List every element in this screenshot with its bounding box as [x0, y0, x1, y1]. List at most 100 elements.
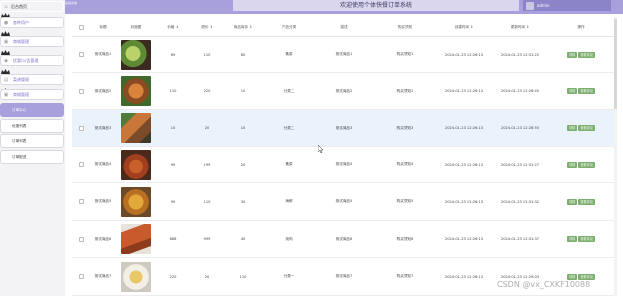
- cell-title: 测试商品4: [94, 162, 112, 166]
- cell-category: 烧肉: [285, 236, 293, 241]
- cell-original-price: 220: [203, 89, 211, 93]
- cell-stock: 10: [240, 89, 246, 93]
- cell-actions: 详情 查看评论: [548, 221, 614, 257]
- cell-title: 测试商品2: [94, 88, 112, 93]
- table-row[interactable]: 测试商品2 110 220 10 分类二 测试商品2 购买须知2 2024-01-23 12:…: [72, 73, 614, 110]
- cell-created: 2024-01-23 12:26:13: [444, 52, 484, 57]
- cell-notice: 购买须知4: [396, 162, 414, 166]
- cell-price: 69: [170, 52, 176, 57]
- detail-button[interactable]: 详情: [566, 88, 578, 94]
- detail-button[interactable]: 详情: [566, 161, 578, 168]
- sidebar-item-label: 商城管理: [13, 92, 29, 97]
- cell-select: [74, 37, 88, 72]
- home-icon: ⌂: [4, 4, 8, 10]
- cell-original-price: 110: [203, 199, 211, 204]
- vertical-scrollbar[interactable]: [614, 17, 617, 296]
- scrollbar-thumb[interactable]: [614, 19, 617, 109]
- detail-button[interactable]: 详情: [566, 236, 578, 242]
- user-menu[interactable]: admin: [523, 0, 611, 11]
- product-thumbnail: [121, 39, 151, 70]
- table-row[interactable]: 测试商品6 888 999 40 烧肉 测试商品6 购买须知6 2024-01-23 12:2…: [72, 221, 614, 258]
- detail-button[interactable]: 详情: [566, 51, 578, 58]
- view-reviews-button[interactable]: 查看评论: [578, 88, 596, 94]
- top-bar: 某某系统 欢迎使用个体快餐订单系统 admin: [0, 0, 623, 14]
- cell-created: 2024-01-23 12:26:13: [444, 274, 484, 279]
- sidebar-item-label: 商城管理: [13, 39, 29, 44]
- detail-button[interactable]: 详情: [566, 273, 578, 280]
- header-actions: 操作: [577, 25, 585, 29]
- cell-updated: 2024-01-23 12:31:27: [500, 162, 540, 167]
- cell-description: 测试商品3: [335, 125, 353, 130]
- product-thumbnail: [121, 149, 151, 180]
- product-thumbnail: [121, 186, 151, 217]
- cell-created: 2024-01-23 12:26:13: [444, 237, 484, 241]
- cell-category: 素菜: [285, 162, 293, 166]
- row-checkbox[interactable]: [78, 52, 84, 57]
- cell-category: 分类一: [283, 274, 295, 278]
- cell-notice: 购买须知6: [396, 236, 414, 241]
- cell-price: 99: [170, 162, 176, 167]
- sidebar-sub-item-coupon-list[interactable]: 优惠列表: [0, 119, 64, 133]
- table-row[interactable]: 测试商品3 10 20 10 分类二 测试商品3 购买须知3 2024-01-23 12:26…: [72, 110, 614, 147]
- row-checkbox[interactable]: [78, 162, 84, 167]
- cell-updated: 2024-01-23 12:28:55: [500, 126, 540, 130]
- cell-original-price: 20: [204, 274, 210, 279]
- view-reviews-button[interactable]: 查看评论: [578, 51, 596, 58]
- sidebar: ⌂ 后台首页 ● 各种用户 ▣ 商城管理 ◆ 优惠/公告管理 ▤ 菜谱管理 ▣ …: [0, 0, 65, 296]
- sidebar-sub-item-order-center[interactable]: 订单中心: [0, 103, 64, 117]
- row-checkbox[interactable]: [78, 88, 84, 94]
- view-reviews-button[interactable]: 查看评论: [578, 273, 596, 280]
- sidebar-sub-item-label: 订单中心: [12, 108, 27, 112]
- view-reviews-button[interactable]: 查看评论: [578, 198, 596, 205]
- sidebar-sub-item-delivery[interactable]: 订单配送: [0, 150, 64, 164]
- sidebar-sub-item-order-list[interactable]: 订单列表: [0, 134, 64, 148]
- header-price[interactable]: 价格 ↕: [154, 17, 192, 37]
- page-title: 欢迎使用个体快餐订单系统: [233, 0, 519, 11]
- header-original-price[interactable]: 原价 ↕: [192, 17, 222, 37]
- cell-select: [74, 183, 88, 220]
- header-select-all[interactable]: [74, 17, 88, 37]
- select-all-checkbox[interactable]: [78, 24, 84, 30]
- view-reviews-button[interactable]: 查看评论: [578, 161, 596, 168]
- product-thumbnail: [121, 113, 151, 143]
- row-checkbox[interactable]: [78, 274, 84, 279]
- product-thumbnail: [121, 224, 151, 254]
- sidebar-item-users[interactable]: ● 各种用户: [0, 17, 64, 28]
- table-row[interactable]: 测试商品7 220 20 110 分类一 测试商品7 购买须知7 2024-01-23 12:…: [72, 258, 614, 296]
- header-updated[interactable]: 更新时间 ↕: [492, 17, 548, 37]
- cell-stock: 10: [240, 126, 246, 130]
- mouse-cursor-icon: [318, 145, 324, 153]
- row-checkbox[interactable]: [78, 125, 84, 131]
- sidebar-item-home[interactable]: ⌂ 后台首页: [0, 1, 64, 12]
- row-checkbox[interactable]: [78, 236, 84, 242]
- detail-button[interactable]: 详情: [566, 198, 578, 205]
- sidebar-item-coupons[interactable]: ◆ 优惠/公告管理: [0, 55, 64, 66]
- sidebar-item-recipes[interactable]: ▤ 菜谱管理: [0, 74, 64, 85]
- sidebar-item-mall-2[interactable]: ▣ 商城管理: [0, 89, 64, 100]
- user-name: admin: [537, 3, 550, 8]
- cell-category: 分类二: [283, 88, 295, 93]
- view-reviews-button[interactable]: 查看评论: [578, 236, 596, 242]
- sidebar-sub-item-label: 订单列表: [12, 139, 27, 143]
- cell-created: 2024-01-23 12:26:13: [444, 126, 484, 130]
- cell-select: [74, 73, 88, 109]
- cell-category: 海鲜: [285, 199, 293, 203]
- table-header: 标题 封面图 价格 ↕ 原价 ↕ 商品库存 ↕ 产品分类 描述 购买须知 创建时…: [72, 17, 614, 37]
- sidebar-item-mall[interactable]: ▣ 商城管理: [0, 36, 64, 47]
- table-row[interactable]: 测试商品4 99 199 20 素菜 测试商品4 购买须知4 2024-01-23 12:26…: [72, 147, 614, 183]
- cell-notice: 购买须知2: [396, 88, 414, 93]
- table-row[interactable]: 测试商品5 99 110 30 海鲜 测试商品5 购买须知5 2024-01-23 12:26…: [72, 183, 614, 221]
- cell-title: 测试商品7: [94, 274, 112, 278]
- detail-button[interactable]: 详情: [566, 125, 578, 131]
- table-row[interactable]: 测试商品1 69 110 80 素菜 测试商品1 购买须知1 2024-01-23 12:26…: [72, 37, 614, 73]
- sidebar-sub-item-label: 优惠列表: [12, 124, 27, 128]
- header-stock[interactable]: 商品库存 ↕: [222, 17, 264, 37]
- row-checkbox[interactable]: [78, 199, 84, 204]
- cell-description: 测试商品6: [335, 236, 353, 241]
- header-created[interactable]: 创建时间 ↕: [436, 17, 492, 37]
- cell-title: 测试商品3: [94, 125, 112, 130]
- brand-logo: 某某系统: [65, 1, 78, 5]
- cell-actions: 详情 查看评论: [548, 258, 614, 295]
- view-reviews-button[interactable]: 查看评论: [578, 125, 596, 131]
- header-title: 标题: [99, 25, 107, 29]
